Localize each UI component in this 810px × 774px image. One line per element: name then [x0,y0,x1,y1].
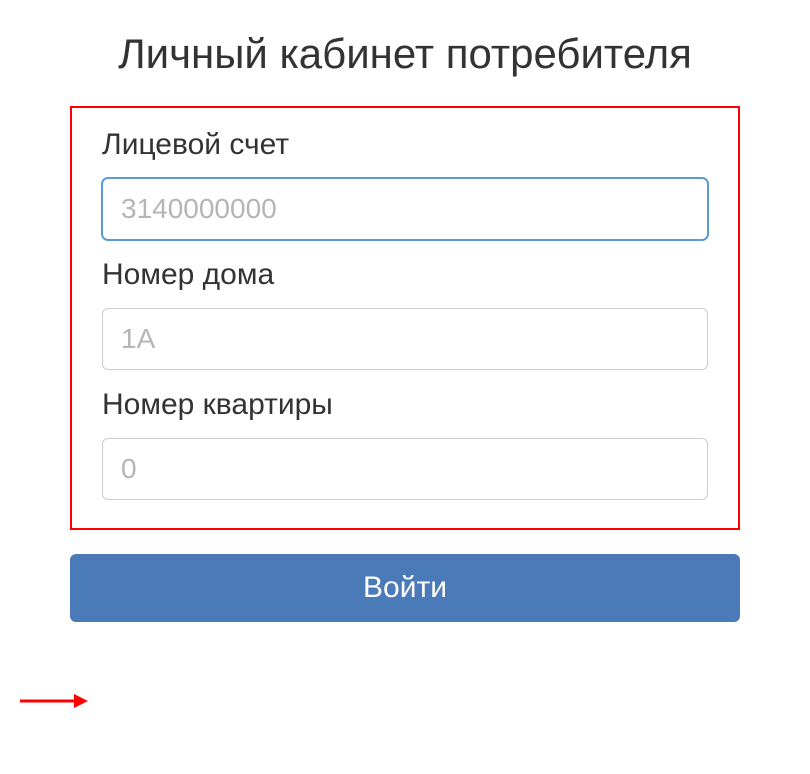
apartment-input[interactable] [102,438,708,500]
login-form-highlight-box: Лицевой счет Номер дома Номер квартиры [70,106,740,530]
page-title: Личный кабинет потребителя [70,30,740,78]
house-field-group: Номер дома [102,258,708,370]
apartment-field-group: Номер квартиры [102,388,708,500]
account-field-group: Лицевой счет [102,128,708,240]
login-button[interactable]: Войти [70,554,740,622]
account-input[interactable] [102,178,708,240]
account-label: Лицевой счет [102,128,708,162]
arrow-right-icon [18,691,90,711]
house-label: Номер дома [102,258,708,292]
house-input[interactable] [102,308,708,370]
apartment-label: Номер квартиры [102,388,708,422]
